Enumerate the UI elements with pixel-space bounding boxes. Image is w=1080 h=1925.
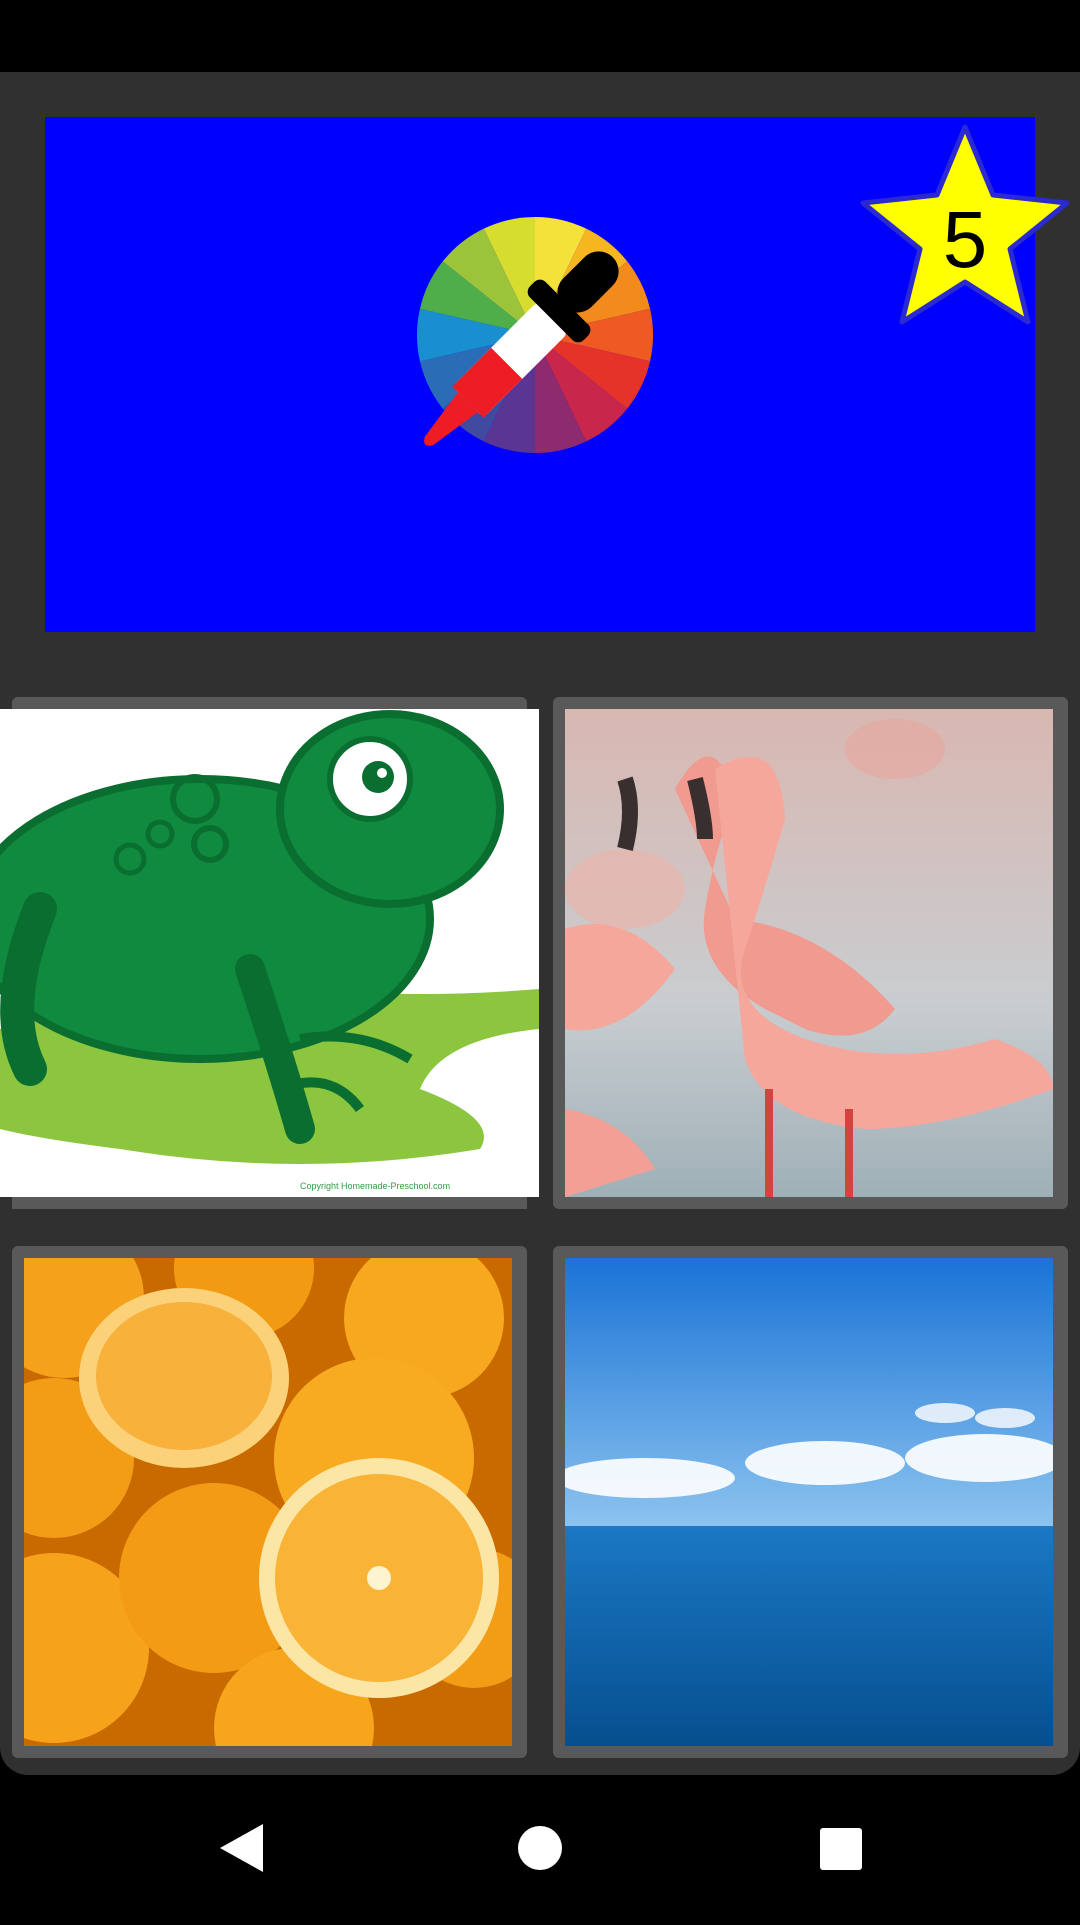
answer-tile-sea[interactable]: [553, 1246, 1068, 1758]
star-count: 5: [942, 195, 988, 284]
color-dropper-wheel-icon: [417, 217, 653, 453]
answer-tile-oranges[interactable]: [12, 1246, 527, 1758]
copyright-label: Copyright Homemade-Preschool.com: [300, 1181, 451, 1191]
status-bar: [0, 0, 1080, 72]
back-button[interactable]: [160, 1776, 320, 1920]
frog-image: Copyright Homemade-Preschool.com: [0, 709, 539, 1197]
recents-icon: [820, 1828, 862, 1870]
game-panel: 5 Copyright Homemade-Preschool.com: [0, 72, 1080, 1775]
answer-tile-flamingos[interactable]: [553, 697, 1068, 1209]
orange-image: [24, 1258, 512, 1746]
home-button[interactable]: [460, 1776, 620, 1920]
sea-sky-image: [565, 1258, 1053, 1746]
recents-button[interactable]: [760, 1776, 920, 1920]
back-icon: [220, 1824, 263, 1872]
answer-tile-frog[interactable]: Copyright Homemade-Preschool.com: [0, 697, 539, 1209]
target-color-card[interactable]: 5: [45, 117, 1070, 632]
navigation-bar: [0, 1776, 1080, 1920]
flamingo-image: [565, 709, 1053, 1197]
home-icon: [518, 1826, 562, 1870]
